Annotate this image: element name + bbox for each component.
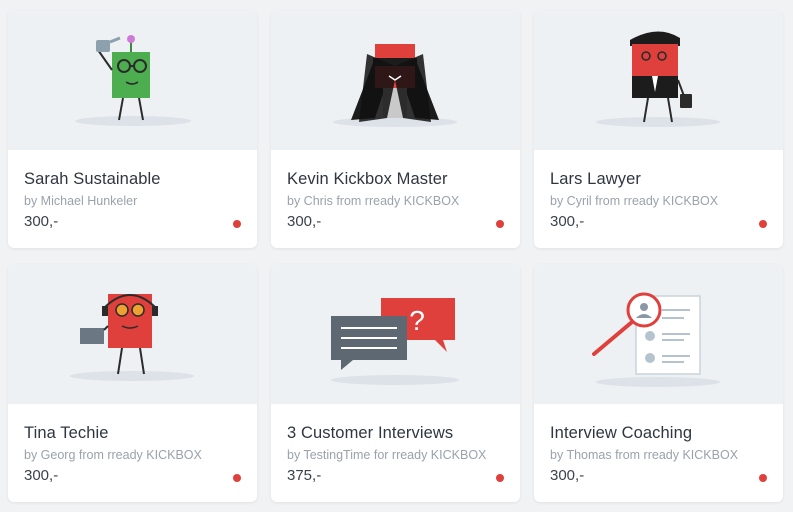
product-card-tina-techie[interactable]: Tina Techie by Georg from rready KICKBOX… bbox=[8, 264, 257, 502]
card-title: Kevin Kickbox Master bbox=[287, 170, 448, 188]
card-title: 3 Customer Interviews bbox=[287, 424, 454, 442]
green-character-watering-can-icon bbox=[75, 35, 191, 126]
card-price: 300,- bbox=[550, 213, 585, 230]
card-author: by Michael Hunkeler bbox=[24, 194, 138, 208]
product-card-lars-lawyer[interactable]: Lars Lawyer by Cyril from rready KICKBOX… bbox=[534, 10, 783, 248]
product-card-sarah-sustainable[interactable]: Sarah Sustainable by Michael Hunkeler 30… bbox=[8, 10, 257, 248]
magnifier-profile-icon bbox=[592, 292, 720, 387]
product-card-kevin-kickbox-master[interactable]: Kevin Kickbox Master by Chris from rread… bbox=[271, 10, 520, 248]
product-card-interview-coaching[interactable]: Interview Coaching by Thomas from rready… bbox=[534, 264, 783, 502]
card-author: by TestingTime for rready KICKBOX bbox=[287, 448, 487, 462]
card-author: by Chris from rready KICKBOX bbox=[287, 194, 460, 208]
card-illustration bbox=[8, 10, 257, 150]
speech-bubbles-icon: ? bbox=[331, 298, 459, 385]
card-title: Lars Lawyer bbox=[550, 170, 641, 188]
status-dot bbox=[496, 474, 504, 482]
card-author: by Thomas from rready KICKBOX bbox=[550, 448, 739, 462]
card-author: by Georg from rready KICKBOX bbox=[24, 448, 202, 462]
card-price: 300,- bbox=[24, 213, 59, 230]
status-dot bbox=[233, 220, 241, 228]
card-price: 300,- bbox=[24, 467, 59, 484]
card-title: Tina Techie bbox=[24, 424, 109, 442]
svg-text:?: ? bbox=[409, 305, 425, 336]
card-illustration bbox=[534, 10, 783, 150]
status-dot bbox=[759, 220, 767, 228]
card-illustration: ? bbox=[271, 264, 520, 404]
card-price: 300,- bbox=[287, 213, 322, 230]
card-price: 300,- bbox=[550, 467, 585, 484]
card-price: 375,- bbox=[287, 467, 322, 484]
card-illustration bbox=[8, 264, 257, 404]
card-title: Interview Coaching bbox=[550, 424, 693, 442]
status-dot bbox=[233, 474, 241, 482]
status-dot bbox=[496, 220, 504, 228]
product-card-3-customer-interviews[interactable]: ? 3 Customer Interviews by TestingTime f… bbox=[271, 264, 520, 502]
card-title: Sarah Sustainable bbox=[24, 170, 161, 188]
red-character-cape-mask-icon bbox=[333, 44, 457, 127]
card-illustration bbox=[534, 264, 783, 404]
card-illustration bbox=[271, 10, 520, 150]
red-character-headset-laptop-icon bbox=[70, 294, 194, 381]
card-author: by Cyril from rready KICKBOX bbox=[550, 194, 719, 208]
red-character-suit-briefcase-icon bbox=[596, 31, 720, 127]
status-dot bbox=[759, 474, 767, 482]
